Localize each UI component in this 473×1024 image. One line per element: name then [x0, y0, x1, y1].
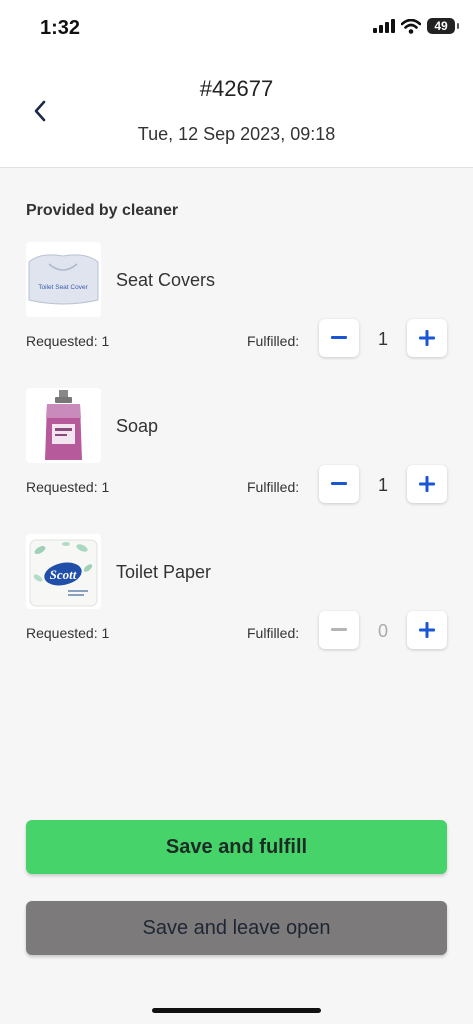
item-name: Soap	[116, 416, 159, 436]
order-id: #42677	[199, 76, 274, 101]
item-fulfilled-label: Fulfilled:	[247, 479, 300, 495]
plus-icon	[419, 330, 435, 346]
item-requested: Requested: 1	[26, 625, 110, 641]
home-indicator	[152, 1008, 321, 1013]
item-fulfilled-label: Fulfilled:	[247, 625, 300, 641]
toilet-paper-image: Scott	[26, 534, 101, 609]
item-fulfilled-label: Fulfilled:	[247, 333, 300, 349]
minus-icon	[331, 628, 347, 631]
battery-icon: 49	[427, 18, 459, 34]
svg-text:Scott: Scott	[50, 567, 77, 582]
increment-button[interactable]	[407, 465, 447, 503]
order-header: #42677 Tue, 12 Sep 2023, 09:18	[0, 56, 473, 168]
order-date: Tue, 12 Sep 2023, 09:18	[137, 124, 336, 144]
minus-icon	[331, 482, 347, 485]
status-time: 1:32	[40, 17, 81, 39]
increment-button[interactable]	[407, 611, 447, 649]
chevron-left-icon	[34, 100, 46, 122]
soap-image	[26, 388, 101, 463]
plus-icon	[419, 476, 435, 492]
list-item: Toilet Seat Cover Seat Covers Requested:…	[26, 242, 448, 362]
decrement-button[interactable]	[319, 319, 359, 357]
decrement-button[interactable]	[319, 465, 359, 503]
list-item: Soap Requested: 1 Fulfilled: 1	[26, 388, 448, 508]
fulfilled-quantity: 1	[377, 475, 388, 495]
item-requested: Requested: 1	[26, 479, 110, 495]
increment-button[interactable]	[407, 319, 447, 357]
section-title: Provided by cleaner	[26, 202, 179, 219]
save-and-fulfill-button[interactable]: Save and fulfill	[26, 820, 447, 874]
wifi-icon	[401, 18, 421, 34]
decrement-button[interactable]	[319, 611, 359, 649]
fulfilled-quantity: 1	[377, 329, 388, 349]
signal-icon	[373, 19, 395, 33]
list-item: Scott Toilet Paper Requested: 1 Fulfille…	[26, 534, 448, 654]
save-and-leave-open-button[interactable]: Save and leave open	[26, 901, 447, 955]
item-name: Seat Covers	[116, 270, 216, 290]
status-icons: 49	[373, 18, 459, 34]
svg-text:Toilet Seat Cover: Toilet Seat Cover	[38, 284, 88, 291]
seat-cover-image: Toilet Seat Cover	[26, 242, 101, 317]
status-bar: 1:32 49	[0, 0, 473, 56]
minus-icon	[331, 336, 347, 339]
plus-icon	[419, 622, 435, 638]
item-name: Toilet Paper	[116, 562, 212, 582]
fulfilled-quantity: 0	[377, 621, 388, 641]
item-requested: Requested: 1	[26, 333, 110, 349]
